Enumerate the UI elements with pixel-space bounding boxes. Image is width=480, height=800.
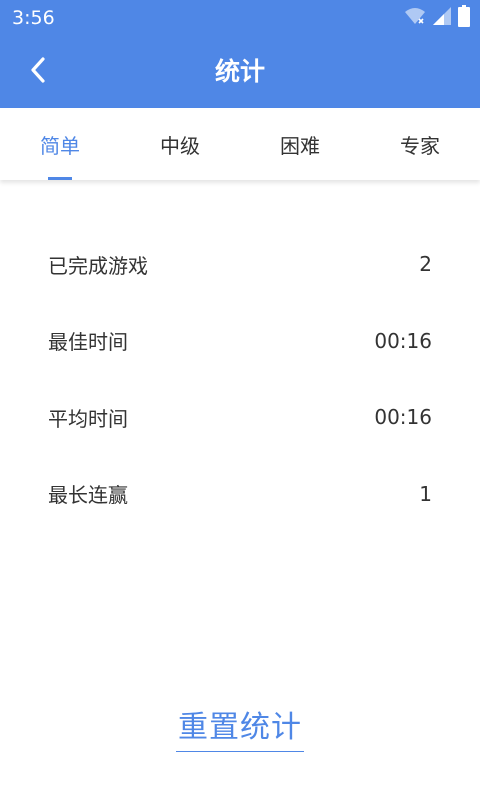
tab-easy[interactable]: 简单 bbox=[0, 108, 120, 180]
back-button[interactable] bbox=[14, 48, 62, 96]
wifi-icon bbox=[404, 6, 426, 30]
stat-row-best-time: 最佳时间 00:16 bbox=[48, 303, 432, 380]
stat-row-games-completed: 已完成游戏 2 bbox=[48, 226, 432, 303]
stat-row-longest-streak: 最长连赢 1 bbox=[48, 456, 432, 533]
app-bar: 统计 bbox=[0, 36, 480, 108]
stat-value: 2 bbox=[419, 252, 432, 277]
chevron-left-icon bbox=[28, 56, 48, 88]
signal-icon bbox=[432, 6, 452, 30]
stat-value: 00:16 bbox=[374, 328, 432, 353]
reset-stats-button[interactable]: 重置统计 bbox=[176, 696, 304, 752]
tab-label: 简单 bbox=[40, 133, 80, 158]
page-title: 统计 bbox=[214, 57, 265, 86]
tab-hard[interactable]: 困难 bbox=[240, 108, 360, 180]
stats-list: 已完成游戏 2 最佳时间 00:16 平均时间 00:16 最长连赢 1 bbox=[48, 226, 432, 532]
reset-stats-label: 重置统计 bbox=[178, 709, 302, 745]
status-bar: 3:56 bbox=[0, 0, 480, 36]
tab-expert[interactable]: 专家 bbox=[360, 108, 480, 180]
status-icons bbox=[404, 5, 470, 31]
tab-label: 中级 bbox=[160, 133, 200, 158]
stat-label: 最长连赢 bbox=[48, 483, 128, 508]
battery-icon bbox=[458, 5, 470, 31]
stat-label: 最佳时间 bbox=[48, 330, 128, 355]
active-tab-indicator bbox=[48, 177, 72, 180]
stat-value: 1 bbox=[419, 481, 432, 506]
tab-label: 专家 bbox=[400, 133, 440, 158]
stat-value: 00:16 bbox=[374, 405, 432, 430]
stat-row-average-time: 平均时间 00:16 bbox=[48, 379, 432, 456]
stat-label: 已完成游戏 bbox=[48, 253, 148, 278]
stat-label: 平均时间 bbox=[48, 406, 128, 431]
tab-medium[interactable]: 中级 bbox=[120, 108, 240, 180]
status-time: 3:56 bbox=[12, 7, 55, 29]
difficulty-tabs: 简单 中级 困难 专家 bbox=[0, 108, 480, 180]
tab-label: 困难 bbox=[280, 133, 320, 158]
